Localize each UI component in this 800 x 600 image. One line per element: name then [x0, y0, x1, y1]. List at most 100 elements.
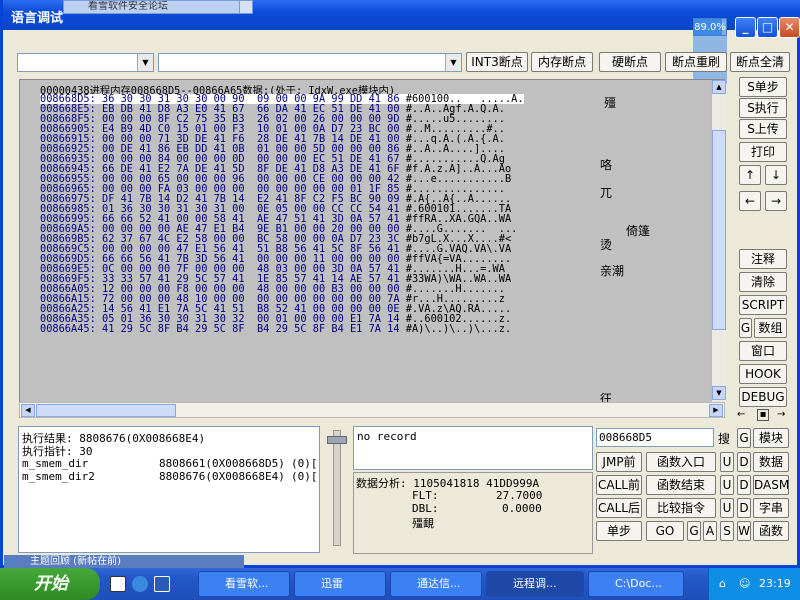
s-execute-button[interactable]: S执行 [739, 98, 787, 118]
memory-side-char: 倚篷 [626, 224, 651, 238]
dbl-value: 0.0000 [502, 502, 542, 515]
data-button[interactable]: 数据 [753, 452, 789, 472]
show-desktop-icon[interactable] [110, 576, 126, 592]
background-browser-tab[interactable]: 看雪软件安全论坛 [63, 0, 243, 14]
single-step-button[interactable]: 单步 [596, 521, 642, 541]
memory-breakpoint-button[interactable]: 内存断点 [531, 52, 593, 72]
flt-label: FLT: [412, 489, 439, 502]
clock: 23:19 [759, 577, 791, 590]
address-input[interactable]: 008668D5 [596, 428, 714, 447]
jmp-prev-button[interactable]: JMP前 [596, 452, 642, 472]
memory-side-char: 咯 [600, 158, 613, 172]
up-arrow-button[interactable]: ↑ [739, 165, 761, 185]
hscroll-thumb[interactable] [36, 404, 176, 417]
splitter-track[interactable] [333, 430, 341, 546]
dbl-label: DBL: [412, 502, 439, 515]
arrow-left-icon[interactable]: ← [737, 409, 745, 420]
memory-row-address: 00866A45: [40, 323, 102, 335]
g-step-button[interactable]: G [687, 521, 701, 541]
debug-button[interactable]: DEBUG [739, 387, 787, 407]
u-button[interactable]: U [720, 452, 734, 472]
data-analysis-panel: 数据分析: 1105041818 41DD999A FLT: 27.7000 D… [353, 472, 593, 554]
minimize-button[interactable]: _ [735, 17, 756, 38]
memory-dump-view[interactable]: 00000438进程内存008668D5--00866A65数据:(处于: Id… [19, 79, 725, 403]
g-button[interactable]: G [739, 318, 752, 338]
nav-arrows: ← ▪ → [737, 409, 793, 423]
script-button[interactable]: SCRIPT [739, 295, 787, 315]
close-button[interactable]: ✕ [779, 17, 800, 38]
array-button[interactable]: 数组 [754, 318, 787, 338]
a-button[interactable]: A [703, 521, 717, 541]
task-browser[interactable]: 看雪软... [198, 571, 290, 597]
s-button[interactable]: S [720, 521, 734, 541]
print-button[interactable]: 打印 [739, 142, 787, 162]
s-step-button[interactable]: S单步 [739, 77, 787, 97]
call-prev-button[interactable]: CALL前 [596, 475, 642, 495]
module-button[interactable]: 模块 [753, 428, 789, 448]
analysis-chars: 殭靦 [412, 517, 434, 530]
string-table-button[interactable]: 字串 [753, 498, 789, 518]
call-next-button[interactable]: CALL后 [596, 498, 642, 518]
d-button[interactable]: D [737, 452, 751, 472]
task-explorer[interactable]: C:\Doc... [588, 571, 684, 597]
function-entry-button[interactable]: 函数入口 [646, 452, 716, 472]
center-square-icon[interactable]: ▪ [757, 409, 769, 421]
ie-icon[interactable] [132, 576, 148, 592]
scroll-up-icon[interactable]: ▲ [712, 80, 726, 94]
background-tab-extra[interactable] [239, 0, 253, 14]
hardware-breakpoint-button[interactable]: 硬断点 [599, 52, 661, 72]
right-arrow-button[interactable]: → [765, 191, 787, 211]
functions-button[interactable]: 函数 [753, 521, 789, 541]
function-end-button[interactable]: 函数结束 [646, 475, 716, 495]
background-forum-post-bar[interactable]: 主题回顾 (新帖在前) [4, 555, 244, 568]
w-button[interactable]: W [737, 521, 751, 541]
int3-breakpoint-button[interactable]: INT3断点 [466, 52, 528, 72]
dasm-button[interactable]: DASM [753, 475, 789, 495]
task-xunlei[interactable]: 迅雷 [294, 571, 386, 597]
system-tray: ⌂ ☺ 23:19 [708, 568, 800, 600]
breakpoint-refresh-button[interactable]: 断点重刷 [665, 52, 727, 72]
u-button[interactable]: U [720, 475, 734, 495]
task-remote-debug[interactable]: 远程调... [486, 571, 584, 597]
g-module-button[interactable]: G [737, 428, 751, 448]
title-bar[interactable]: 看雪软件安全论坛 语言调试 _ □ ✕ [3, 0, 800, 38]
address-combo[interactable]: ▼ [158, 53, 462, 72]
s-upload-button[interactable]: S上传 [739, 119, 787, 139]
u-button[interactable]: U [720, 498, 734, 518]
user-icon[interactable]: ☺ [739, 568, 750, 600]
window-button[interactable]: 窗口 [739, 341, 787, 361]
memory-vertical-scrollbar[interactable]: ▲ ▼ [711, 80, 726, 402]
chevron-down-icon[interactable]: ▼ [445, 54, 461, 71]
memory-horizontal-scrollbar[interactable]: ◀ ▶ [19, 402, 725, 418]
breakpoint-clear-all-button[interactable]: 断点全清 [730, 52, 790, 72]
left-arrow-button[interactable]: ← [739, 191, 761, 211]
start-button[interactable]: 开始 [0, 568, 100, 600]
compare-instruction-button[interactable]: 比较指令 [646, 498, 716, 518]
d-button[interactable]: D [737, 498, 751, 518]
hook-button[interactable]: HOOK [739, 364, 787, 384]
down-arrow-button[interactable]: ↓ [765, 165, 787, 185]
network-icon[interactable]: ⌂ [719, 568, 726, 600]
module-combo[interactable]: ▼ [17, 53, 154, 72]
d-button[interactable]: D [737, 475, 751, 495]
scroll-down-icon[interactable]: ▼ [712, 386, 726, 400]
scroll-thumb[interactable] [712, 130, 726, 330]
memory-row[interactable]: 00866A45: 41 29 5C 8F B4 29 5C 8F B4 29 … [40, 324, 511, 334]
memory-side-char: 殭 [604, 96, 617, 110]
go-button[interactable]: GO [646, 521, 684, 541]
clear-button[interactable]: 清除 [739, 272, 787, 292]
task-tongdaxin[interactable]: 通达信... [390, 571, 482, 597]
splitter-thumb[interactable] [327, 436, 347, 444]
arrow-right-icon[interactable]: → [777, 409, 785, 420]
splitter-scrollbar[interactable] [325, 426, 349, 553]
search-label[interactable]: 搜 [718, 430, 730, 447]
record-panel[interactable]: no record [353, 426, 593, 470]
comment-button[interactable]: 注释 [739, 249, 787, 269]
scroll-left-icon[interactable]: ◀ [21, 404, 35, 417]
word-icon[interactable] [154, 576, 170, 592]
variables-panel[interactable]: 执行结果: 8808676(0X008668E4) 执行指针: 30 m_sme… [18, 426, 320, 553]
chevron-down-icon[interactable]: ▼ [137, 54, 153, 71]
cpu-usage-indicator: 89.0% [693, 18, 727, 36]
scroll-right-icon[interactable]: ▶ [709, 404, 723, 417]
maximize-button[interactable]: □ [757, 17, 778, 38]
